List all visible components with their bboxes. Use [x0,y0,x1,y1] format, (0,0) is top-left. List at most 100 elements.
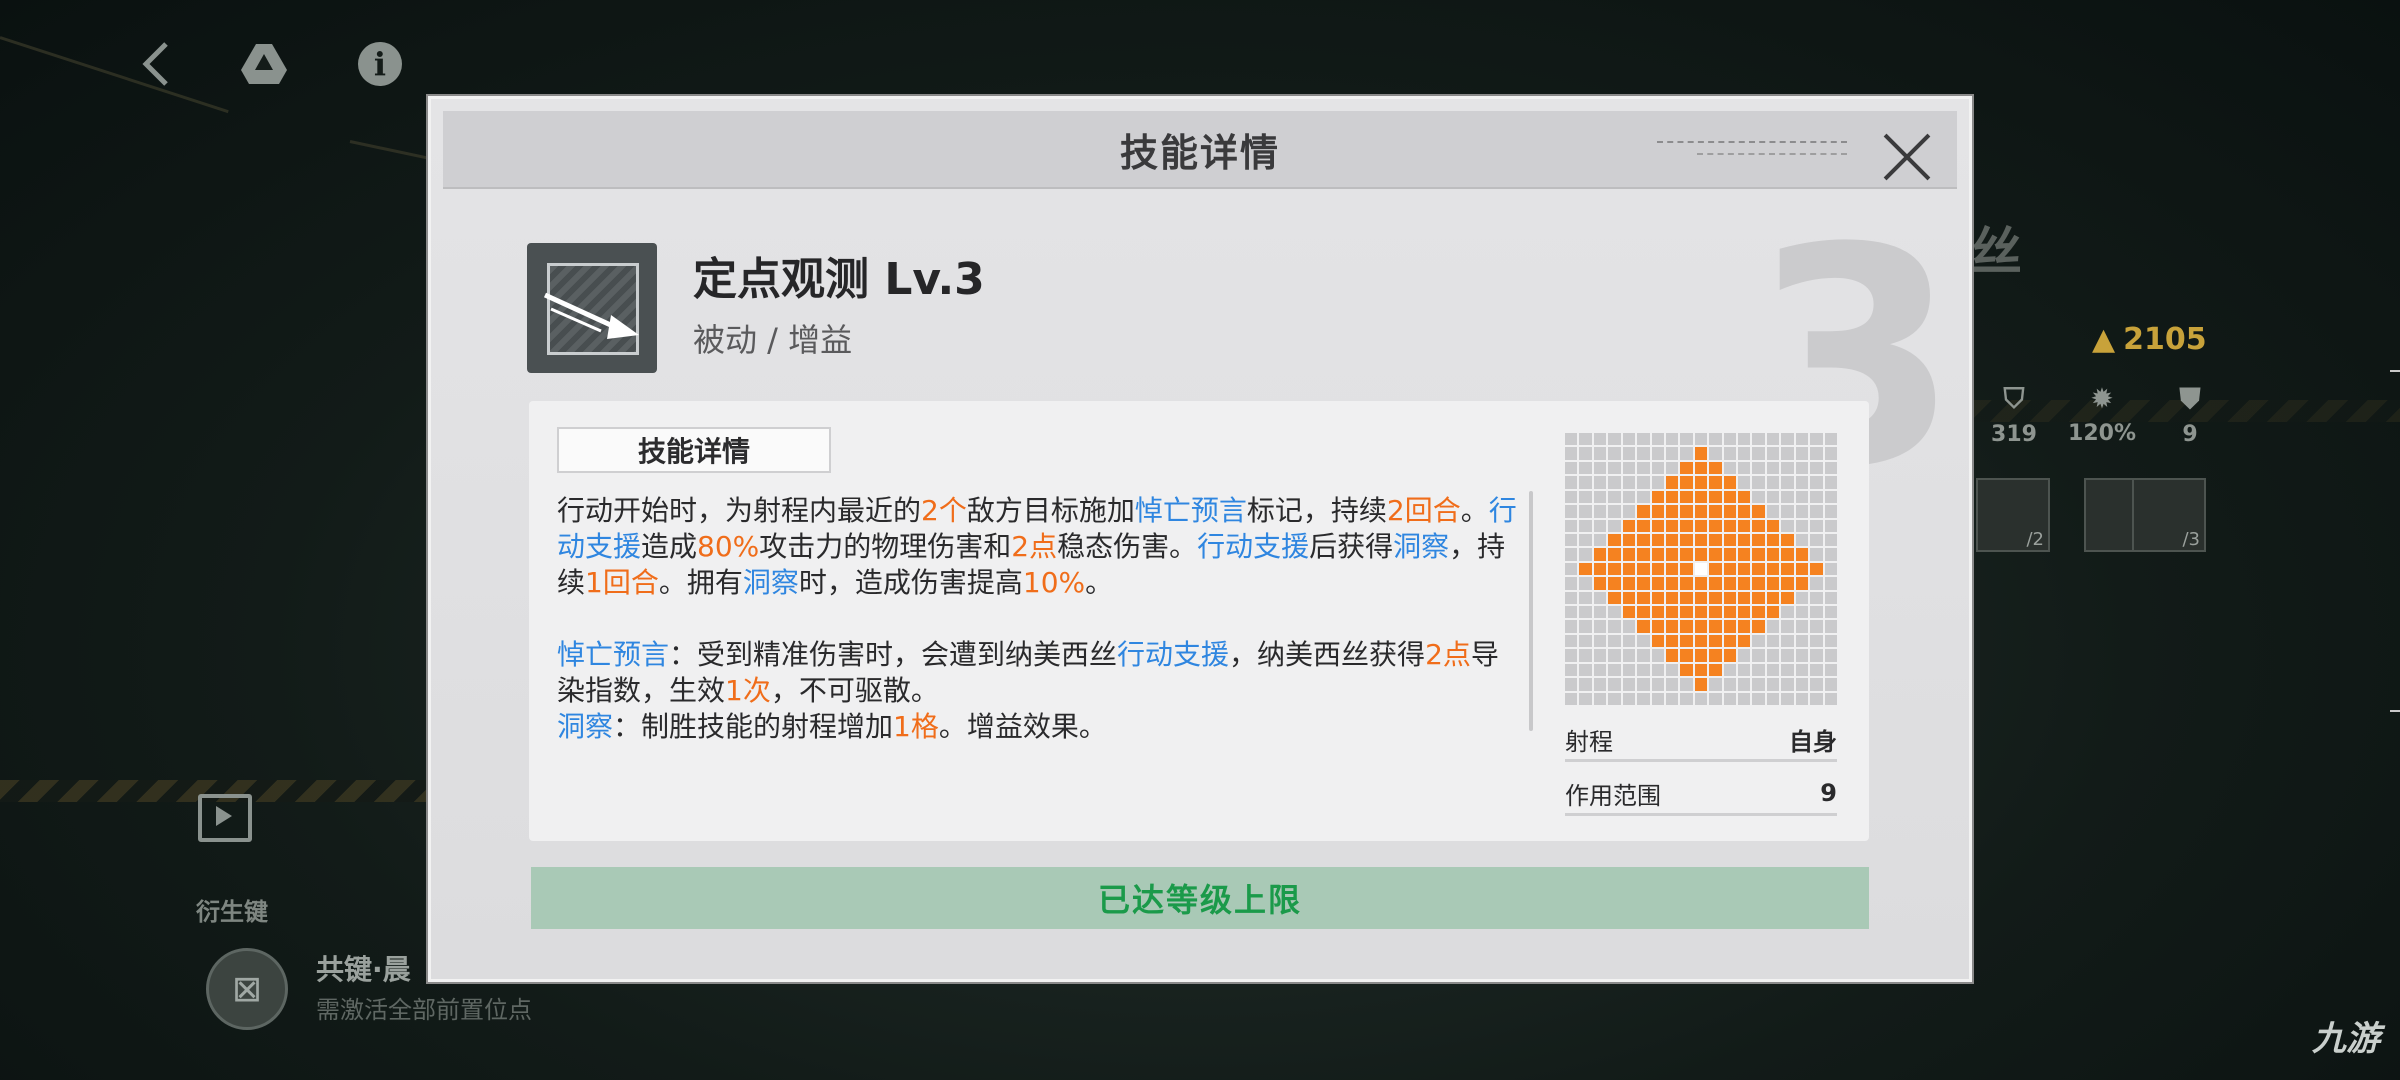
range-cell [1824,678,1837,691]
range-cell [1637,433,1650,446]
description-text: 行动开始时，为射程内最近的 [557,494,922,527]
video-icon[interactable] [198,794,252,842]
range-cell [1579,692,1592,705]
range-cell [1810,548,1823,561]
range-cell [1579,433,1592,446]
bg-character-name: 丝 [1970,223,2023,283]
range-cell-active [1665,620,1679,633]
key-emblem-icon[interactable]: ⊠ [206,948,288,1030]
keyword-term[interactable]: 洞察 [557,710,613,743]
keyword-term[interactable]: 行动支援 [1197,530,1309,563]
bg-skill-slot[interactable]: /3 [2132,478,2206,552]
keyword-term[interactable]: 悼亡预言 [557,638,669,671]
range-cell-active [1752,591,1765,605]
range-cell [1565,548,1578,561]
back-icon[interactable] [130,38,182,90]
tab-skill-details[interactable]: 技能详情 [557,427,831,473]
range-cell-active [1738,519,1751,532]
info-icon[interactable]: i [354,38,406,90]
range-cell [1781,447,1794,460]
range-cell-active [1665,505,1679,518]
range-cell-active [1766,591,1780,605]
range-cell [1824,620,1837,633]
keyword-term[interactable]: 洞察 [1393,530,1449,563]
range-cell [1738,678,1751,691]
range-cell-active [1680,548,1693,561]
range-cell-active [1651,591,1664,605]
range-cell-active [1680,461,1693,475]
skill-type: 被动 / 增益 [693,321,853,359]
range-cell-active [1694,649,1708,662]
drive-icon[interactable] [238,38,290,90]
range-cell [1795,505,1809,518]
range-cell-active [1723,620,1737,633]
bg-skill-slot[interactable]: /2 [1976,478,2050,552]
range-cell [1579,505,1592,518]
range-cell [1565,533,1578,547]
range-cell-active [1665,476,1679,489]
range-cell [1766,620,1780,633]
range-cell [1579,678,1592,691]
range-cell [1579,649,1592,662]
range-cell [1810,663,1823,677]
range-cell [1622,620,1636,633]
keyword-term[interactable]: 行动支援 [1117,638,1229,671]
highlight-value: 2个 [921,494,967,527]
range-cell [1810,692,1823,705]
description-text: 后获得 [1309,530,1394,563]
range-cell [1593,447,1607,460]
range-cell-active [1665,533,1679,547]
range-cell [1795,591,1809,605]
range-cell [1824,447,1837,460]
range-cell-active [1738,606,1751,619]
range-cell-active [1665,634,1679,648]
range-cell-active [1709,620,1722,633]
modal-header: 技能详情 [443,111,1957,189]
range-cell [1593,433,1607,446]
keyword-term[interactable]: 悼亡预言 [1135,494,1247,527]
stat-value: 120% [2068,421,2136,446]
range-cell [1608,490,1621,504]
divider [2390,370,2400,372]
range-cell [1565,519,1578,532]
range-cell-active [1680,562,1693,576]
range-cell [1622,476,1636,489]
close-button[interactable] [1879,129,1935,185]
range-cell [1781,490,1794,504]
range-cell-active [1795,562,1809,576]
range-cell [1766,447,1780,460]
range-cell [1565,490,1578,504]
range-cell-active [1766,533,1780,547]
range-cell-active [1781,577,1794,590]
range-cell [1608,649,1621,662]
range-cell-active [1680,505,1693,518]
range-label: 射程 [1565,727,1613,756]
range-cell [1565,692,1578,705]
range-cell [1608,663,1621,677]
range-cell-active [1622,519,1636,532]
range-cell [1810,591,1823,605]
range-cell [1608,476,1621,489]
range-cell [1694,433,1708,446]
highlight-value: 2回合 [1386,494,1461,527]
range-cell-active [1752,620,1765,633]
highlight-value: 2点 [1425,638,1471,671]
range-cell [1579,490,1592,504]
range-cell [1810,505,1823,518]
range-cell [1795,490,1809,504]
range-cell-active [1651,620,1664,633]
range-cell-active [1709,548,1722,561]
range-cell-active [1680,591,1693,605]
range-cell [1723,461,1737,475]
description-text: 。 [1085,566,1114,599]
range-cell-active [1593,562,1607,576]
range-cell [1565,505,1578,518]
range-cell [1752,663,1765,677]
keyword-term[interactable]: 洞察 [743,566,799,599]
range-cell [1665,461,1679,475]
range-cell [1810,606,1823,619]
description-scrollbar[interactable] [1529,491,1533,731]
range-cell-active [1680,577,1693,590]
header-decoration [1697,153,1847,157]
range-cell [1795,606,1809,619]
